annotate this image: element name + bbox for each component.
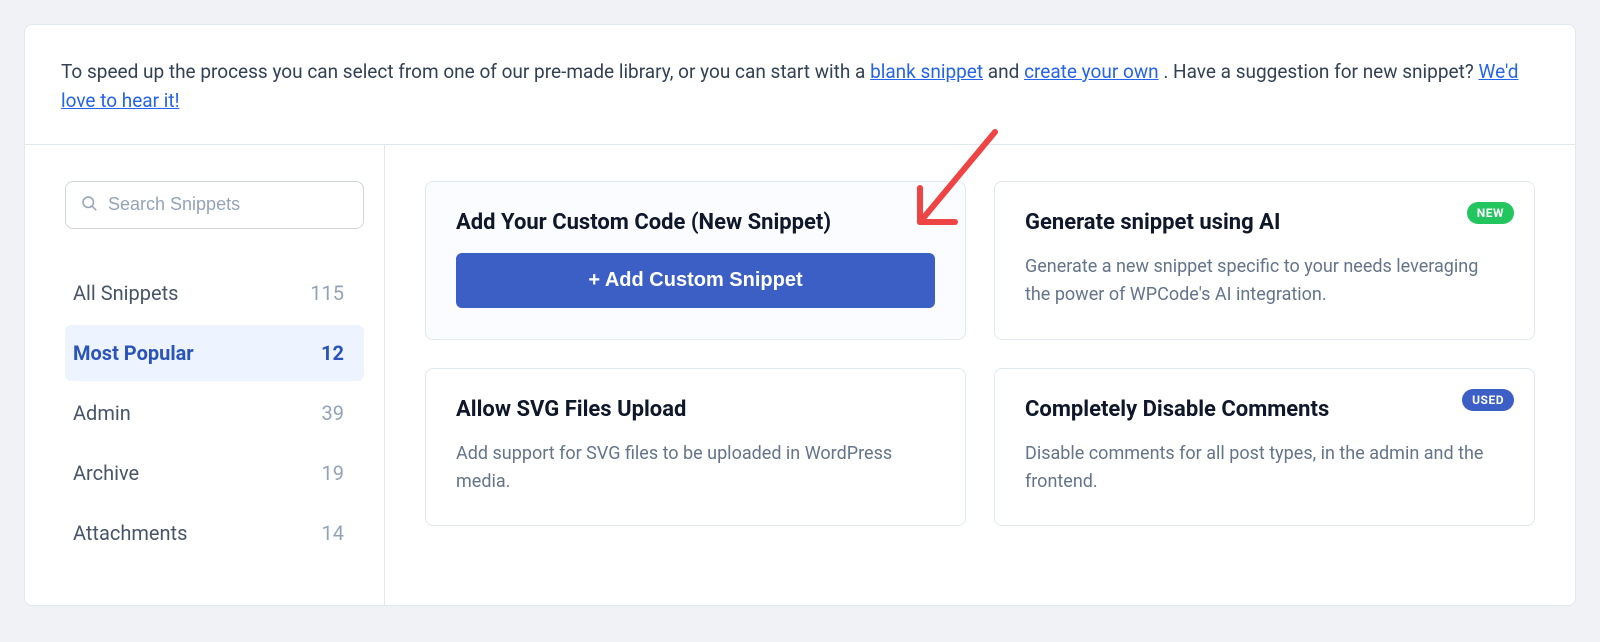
- sidebar-item-label: Archive: [73, 461, 139, 485]
- badge-used: USED: [1462, 389, 1514, 411]
- sidebar-item-admin[interactable]: Admin 39: [65, 385, 364, 441]
- tile-desc: Add support for SVG files to be uploaded…: [456, 440, 935, 496]
- search-input[interactable]: [108, 194, 349, 215]
- sidebar-item-count: 19: [322, 461, 344, 485]
- tile-title: Add Your Custom Code (New Snippet): [456, 210, 935, 235]
- tile-desc: Disable comments for all post types, in …: [1025, 440, 1504, 496]
- tile-title: Allow SVG Files Upload: [456, 397, 935, 422]
- link-create-your-own[interactable]: create your own: [1024, 60, 1159, 83]
- sidebar: All Snippets 115 Most Popular 12 Admin 3…: [25, 145, 385, 605]
- link-blank-snippet[interactable]: blank snippet: [870, 60, 983, 83]
- sidebar-item-label: Attachments: [73, 521, 187, 545]
- tile-svg-upload[interactable]: Allow SVG Files Upload Add support for S…: [425, 368, 966, 527]
- sidebar-item-most-popular[interactable]: Most Popular 12: [65, 325, 364, 381]
- main-content: Add Your Custom Code (New Snippet) + Add…: [385, 145, 1575, 605]
- tile-desc: Generate a new snippet specific to your …: [1025, 253, 1504, 309]
- body-row: All Snippets 115 Most Popular 12 Admin 3…: [25, 144, 1575, 605]
- sidebar-item-label: Admin: [73, 401, 131, 425]
- nav-list: All Snippets 115 Most Popular 12 Admin 3…: [65, 265, 364, 565]
- sidebar-item-archive[interactable]: Archive 19: [65, 445, 364, 501]
- intro-mid1: and: [988, 60, 1024, 83]
- sidebar-item-all-snippets[interactable]: All Snippets 115: [65, 265, 364, 321]
- tile-title: Completely Disable Comments: [1025, 397, 1504, 422]
- tile-disable-comments[interactable]: USED Completely Disable Comments Disable…: [994, 368, 1535, 527]
- tile-generate-ai[interactable]: NEW Generate snippet using AI Generate a…: [994, 181, 1535, 340]
- sidebar-item-count: 14: [322, 521, 344, 545]
- intro-pre: To speed up the process you can select f…: [61, 60, 870, 83]
- tile-custom-code[interactable]: Add Your Custom Code (New Snippet) + Add…: [425, 181, 966, 340]
- sidebar-item-count: 39: [322, 401, 344, 425]
- search-icon: [80, 194, 98, 216]
- page-card: To speed up the process you can select f…: [24, 24, 1576, 606]
- search-wrap[interactable]: [65, 181, 364, 229]
- sidebar-item-count: 12: [321, 341, 344, 365]
- sidebar-item-count: 115: [310, 281, 344, 305]
- add-custom-snippet-button[interactable]: + Add Custom Snippet: [456, 253, 935, 308]
- sidebar-item-label: Most Popular: [73, 341, 194, 365]
- tile-title: Generate snippet using AI: [1025, 210, 1504, 235]
- tile-grid: Add Your Custom Code (New Snippet) + Add…: [425, 181, 1535, 527]
- sidebar-item-label: All Snippets: [73, 281, 178, 305]
- sidebar-item-attachments[interactable]: Attachments 14: [65, 505, 364, 561]
- intro-text: To speed up the process you can select f…: [25, 25, 1575, 144]
- badge-new: NEW: [1467, 202, 1514, 224]
- intro-mid2: . Have a suggestion for new snippet?: [1163, 60, 1478, 83]
